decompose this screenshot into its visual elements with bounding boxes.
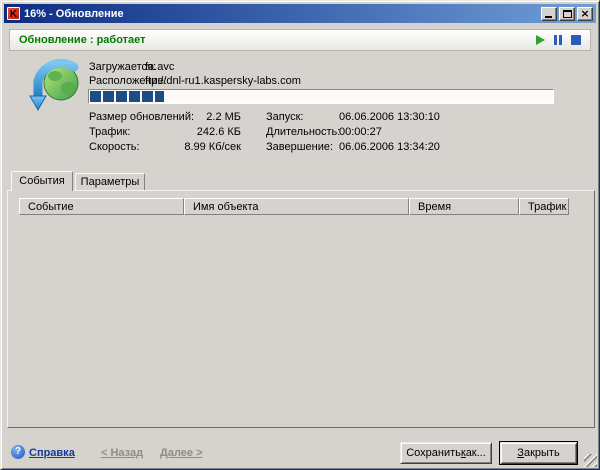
- kaspersky-app-icon: K: [7, 7, 20, 20]
- stat-finish-label: Завершение:: [266, 141, 333, 153]
- stat-traffic-value: 242.6 КБ: [151, 126, 241, 138]
- maximize-button[interactable]: [559, 7, 575, 21]
- column-header-event[interactable]: Событие: [19, 198, 184, 215]
- stat-speed-label: Скорость:: [89, 141, 140, 153]
- stat-duration-value: 00:00:27: [339, 126, 382, 138]
- progress-fill: [90, 91, 164, 102]
- column-header-object[interactable]: Имя объекта: [184, 198, 409, 215]
- update-progress-bar: [88, 89, 554, 104]
- close-dialog-button[interactable]: Закрыть: [499, 441, 578, 465]
- help-link[interactable]: Справка: [29, 447, 75, 459]
- window-title: 16% - Обновление: [24, 8, 541, 20]
- column-header-time[interactable]: Время: [409, 198, 519, 215]
- column-header-traffic[interactable]: Трафик: [519, 198, 569, 215]
- location-value: ftp://dnl-ru1.kaspersky-labs.com: [145, 75, 301, 87]
- next-link[interactable]: Далее >: [160, 447, 203, 459]
- tab-page: [7, 190, 595, 428]
- stat-size-value: 2.2 МБ: [151, 111, 241, 123]
- titlebar[interactable]: K 16% - Обновление ×: [4, 4, 596, 23]
- close-button[interactable]: ×: [577, 7, 593, 21]
- minimize-button[interactable]: [541, 7, 557, 21]
- pause-icon[interactable]: [554, 35, 562, 45]
- start-icon[interactable]: [536, 35, 545, 45]
- stat-speed-value: 8.99 Кб/сек: [151, 141, 241, 153]
- downloading-file: fa.avc: [145, 61, 174, 73]
- stat-start-value: 06.06.2006 13:30:10: [339, 111, 440, 123]
- status-text: Обновление : работает: [19, 34, 146, 46]
- stat-traffic-label: Трафик:: [89, 126, 130, 138]
- stat-duration-label: Длительность:: [266, 126, 340, 138]
- save-as-button[interactable]: Сохранить как...: [400, 442, 492, 464]
- update-status-bar: Обновление : работает: [9, 29, 591, 51]
- close-icon: ×: [578, 8, 592, 20]
- window-controls: ×: [541, 7, 593, 21]
- tab-parameters[interactable]: Параметры: [75, 173, 145, 190]
- help-icon: ?: [11, 445, 25, 459]
- resize-grip[interactable]: [584, 454, 597, 467]
- stat-start-label: Запуск:: [266, 111, 303, 123]
- stat-finish-value: 06.06.2006 13:34:20: [339, 141, 440, 153]
- tab-events[interactable]: События: [11, 171, 73, 191]
- task-controls: [536, 35, 581, 45]
- maximize-icon: [563, 10, 572, 18]
- back-link[interactable]: < Назад: [101, 447, 143, 459]
- update-dialog-window: K 16% - Обновление × Обновление : работа…: [0, 0, 600, 470]
- list-header: Событие Имя объекта Время Трафик: [19, 198, 569, 215]
- stop-icon[interactable]: [571, 35, 581, 45]
- minimize-icon: [545, 16, 552, 18]
- update-globe-icon: [27, 57, 87, 117]
